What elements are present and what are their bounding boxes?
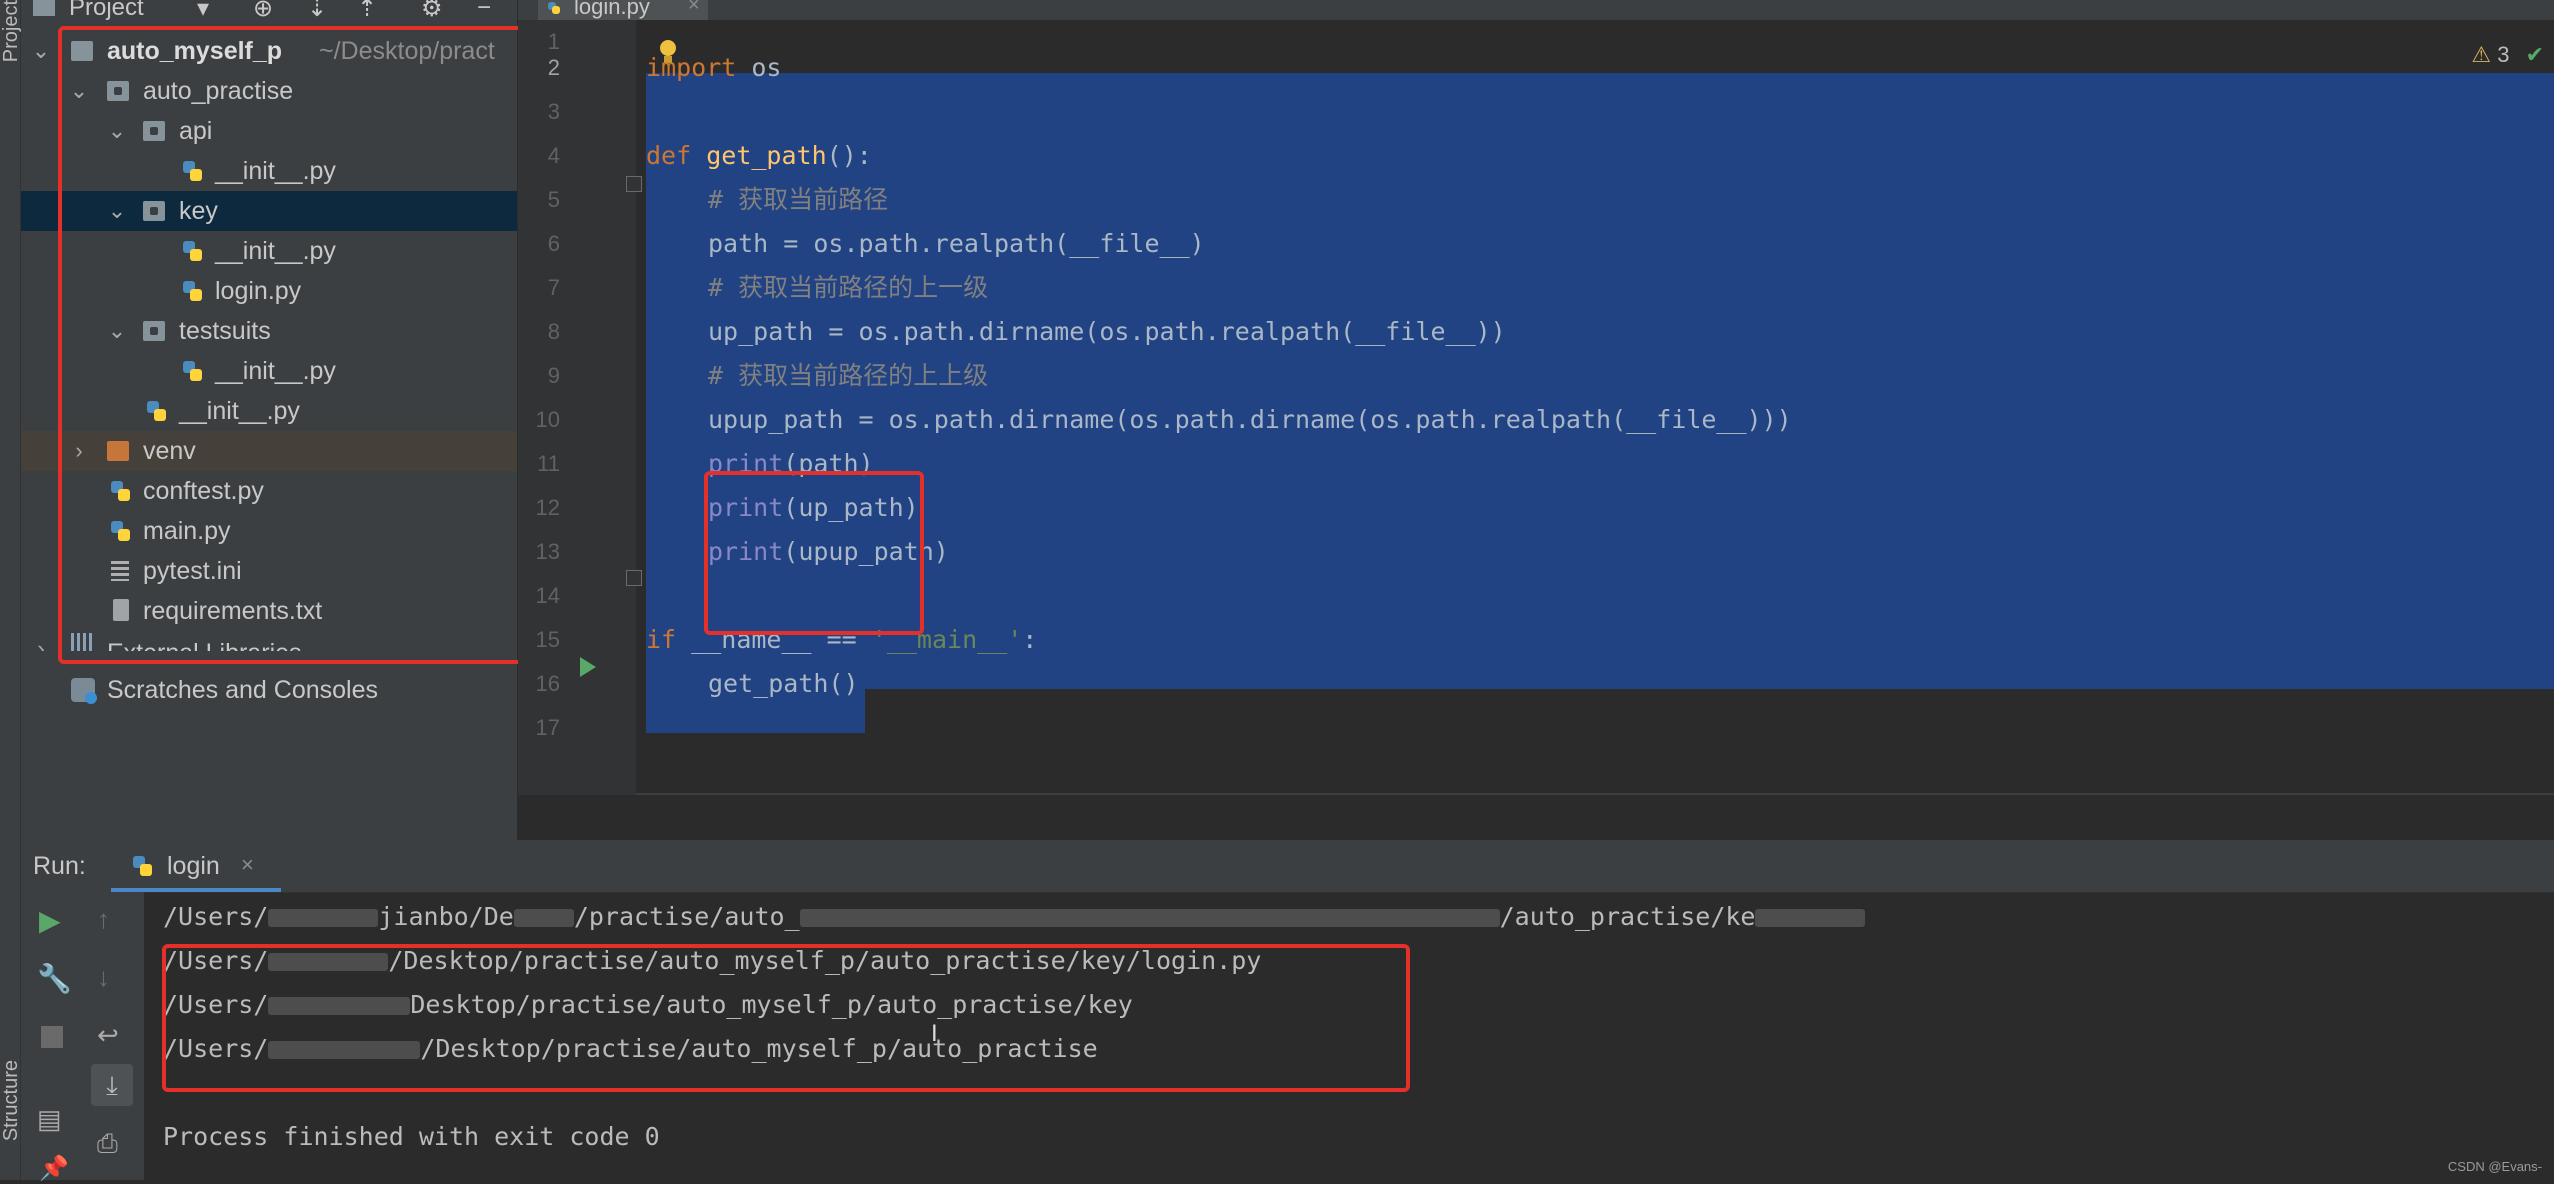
- line-number: 14: [535, 583, 560, 608]
- structure-tool-tab[interactable]: Structure: [0, 1060, 22, 1141]
- code-line-6: path = os.path.realpath(__file__): [708, 229, 1205, 258]
- console-exit-message: Process finished with exit code 0: [163, 1122, 660, 1151]
- fold-marker-icon[interactable]: [626, 570, 642, 586]
- stop-icon[interactable]: [41, 1026, 63, 1048]
- line-number: 3: [547, 99, 560, 124]
- close-icon[interactable]: ×: [241, 852, 254, 878]
- watermark: CSDN @Evans-: [2447, 1159, 2542, 1174]
- console-command-line: /Users/jianbo/De/practise/auto_ /auto_pra…: [163, 902, 1866, 931]
- code-editor[interactable]: ⚠ 3 ✔ 1 2 3 4 5 6 7 8 9 10 11 12 13 14 1…: [518, 20, 2554, 795]
- code-line-8: up_path = os.path.dirname(os.path.realpa…: [708, 317, 1506, 346]
- print-icon[interactable]: ⎙: [97, 1128, 127, 1158]
- line-number: 12: [535, 495, 560, 520]
- locate-icon[interactable]: ⊕: [253, 0, 273, 23]
- redacted-region: [513, 909, 574, 927]
- horizontal-scrollbar[interactable]: [636, 793, 2554, 795]
- tab-label: login.py: [574, 0, 650, 19]
- annotation-box-print-calls: [704, 471, 924, 635]
- project-tool-tab[interactable]: Project: [0, 0, 22, 62]
- run-tool-window: Run: login × ▶ ↑ 🔧 ↓ ↩ ⤓ ▤ ⎙ 📌 /Users/ji…: [21, 840, 2554, 1182]
- code-keyword: if: [646, 625, 677, 654]
- line-number: 2: [547, 55, 560, 80]
- redacted-region: [1755, 909, 1866, 927]
- chevron-down-icon[interactable]: ▾: [197, 0, 209, 23]
- code-line-9: # 获取当前路径的上上级: [708, 361, 989, 390]
- line-number: 11: [537, 451, 560, 476]
- console-text: /auto_practise/ke: [1499, 902, 1756, 931]
- line-number: 8: [547, 319, 560, 344]
- layout-icon[interactable]: ▤: [37, 1104, 67, 1134]
- python-file-icon: [131, 854, 157, 880]
- project-view-icon: [33, 0, 55, 16]
- console-text: /Users/: [163, 902, 269, 931]
- scroll-to-end-icon[interactable]: ⤓: [91, 1064, 133, 1106]
- tool-window-strip: Project Structure: [0, 0, 22, 1180]
- code-line-2: import os: [646, 46, 781, 90]
- project-panel-header: Project ▾ ⊕ ⇣ ⇡ ⚙ −: [21, 0, 517, 23]
- arrow-down-icon[interactable]: ↓: [97, 962, 127, 992]
- code-line-7: # 获取当前路径的上一级: [708, 273, 989, 302]
- soft-wrap-icon[interactable]: ↩: [97, 1020, 127, 1050]
- redacted-region: [268, 909, 379, 927]
- warning-icon: ⚠: [2471, 42, 2492, 67]
- expand-all-icon[interactable]: ⇣: [307, 0, 327, 23]
- console-text: /practise/auto_: [573, 902, 800, 931]
- line-number: 15: [535, 627, 560, 652]
- code-line-5: # 获取当前路径: [708, 185, 889, 214]
- code-line-16: get_path(): [708, 669, 859, 698]
- run-toolbar: ▶ ↑ 🔧 ↓ ↩ ⤓ ▤ ⎙ 📌: [21, 892, 144, 1182]
- hide-icon[interactable]: −: [477, 0, 491, 22]
- run-panel-header: Run: login ×: [21, 840, 2554, 893]
- scratches-icon: [71, 678, 97, 704]
- console-text: jianbo/De: [378, 902, 514, 931]
- fold-marker-icon[interactable]: [626, 176, 642, 192]
- redacted-region: [799, 909, 1500, 927]
- close-icon[interactable]: ×: [688, 0, 700, 17]
- line-number: 13: [535, 539, 560, 564]
- code-text: :: [1022, 625, 1038, 654]
- code-text: os: [736, 53, 782, 82]
- code-function-name: get_path: [706, 141, 827, 170]
- gear-icon[interactable]: ⚙: [421, 0, 443, 23]
- inspection-widget[interactable]: ⚠ 3 ✔: [2471, 42, 2544, 68]
- line-number: 10: [535, 407, 560, 432]
- tree-item-label: Scratches and Consoles: [107, 676, 378, 704]
- project-view-title[interactable]: Project: [69, 0, 144, 22]
- project-panel: Project ▾ ⊕ ⇣ ⇡ ⚙ − ⌄ auto_myself_p ~/De…: [21, 0, 554, 840]
- chevron-down-icon[interactable]: ⌄: [29, 31, 53, 71]
- code-keyword: import: [646, 53, 737, 82]
- run-gutter-icon[interactable]: [580, 657, 596, 677]
- rerun-icon[interactable]: ▶: [39, 904, 69, 936]
- editor-tab-bar: login.py ×: [518, 0, 2554, 23]
- wrench-icon[interactable]: 🔧: [37, 962, 72, 994]
- code-text: ():: [826, 141, 872, 170]
- run-config-tab[interactable]: login: [167, 852, 220, 881]
- chevron-right-icon[interactable]: ›: [29, 629, 53, 651]
- tree-item-scratches[interactable]: Scratches and Consoles: [21, 670, 517, 710]
- line-number: 9: [547, 363, 560, 388]
- collapse-all-icon[interactable]: ⇡: [357, 0, 377, 23]
- annotation-box-project-tree: [58, 26, 554, 664]
- code-keyword: def: [646, 141, 692, 170]
- warning-count: 3: [2497, 42, 2510, 67]
- line-number: 6: [547, 231, 560, 256]
- code-line-4: def get_path():: [646, 134, 872, 178]
- line-number: 4: [547, 143, 560, 168]
- code-line-10: upup_path = os.path.dirname(os.path.dirn…: [708, 405, 1792, 434]
- line-number: 7: [547, 275, 560, 300]
- check-icon: ✔: [2525, 42, 2544, 67]
- line-number: 16: [535, 671, 560, 696]
- annotation-box-console-output: [162, 944, 1410, 1092]
- python-file-icon: [546, 0, 564, 16]
- run-panel-title: Run:: [33, 852, 86, 880]
- line-number: 5: [547, 187, 560, 212]
- line-number: 17: [535, 715, 560, 740]
- arrow-up-icon[interactable]: ↑: [97, 904, 127, 934]
